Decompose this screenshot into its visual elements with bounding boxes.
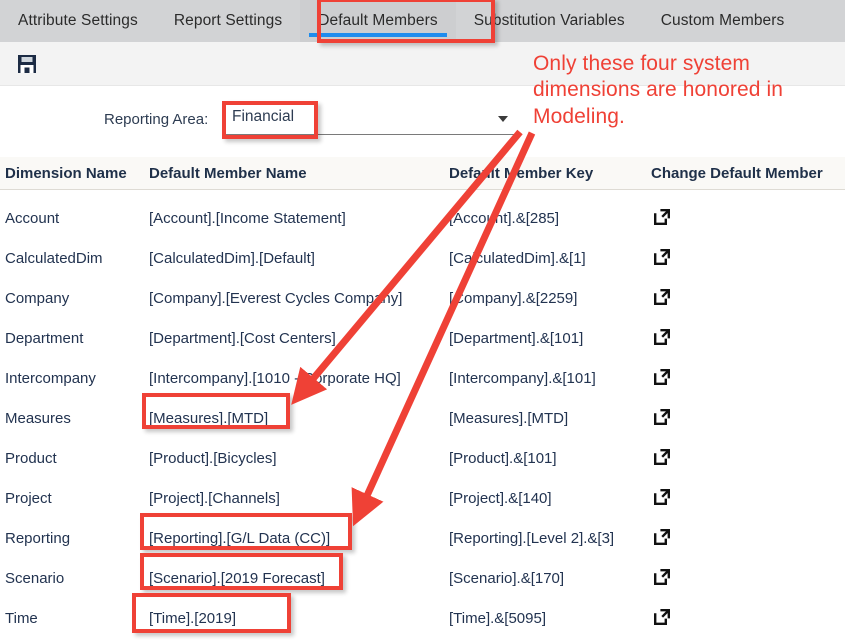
cell-default-member-name: [Department].[Cost Centers] [149,330,336,347]
table-row[interactable]: Reporting [Reporting].[G/L Data (CC)] [Rep… [0,520,845,560]
cell-dimension-name: Measures [5,410,71,427]
cell-dimension-name: Time [5,610,38,627]
external-link-icon[interactable] [653,328,675,350]
chevron-down-icon[interactable] [498,116,508,122]
cell-dimension-name: Reporting [5,530,71,547]
cell-default-member-name: [Project].[Channels] [149,490,280,507]
cell-default-member-key: [Product].&[101] [449,450,557,467]
default-members-page: Attribute Settings Report Settings Defau… [0,0,845,633]
tab-bar: Attribute Settings Report Settings Defau… [0,0,845,42]
cell-default-member-key: [Time].&[5095] [449,610,546,627]
reporting-area-underline [224,134,516,135]
cell-dimension-name: Intercompany [5,370,96,387]
cell-default-member-name: [Company].[Everest Cycles Company] [149,290,403,307]
cell-dimension-name: CalculatedDim [5,250,103,267]
cell-default-member-name: [Time].[2019] [149,610,236,627]
column-header-dimension-name: Dimension Name [5,165,127,182]
tab-default-members[interactable]: Default Members [300,0,456,42]
tab-attribute-settings[interactable]: Attribute Settings [0,0,156,42]
cell-default-member-key: [Measures].[MTD] [449,410,569,427]
reporting-area-label: Reporting Area: [104,111,209,128]
toolbar [0,42,845,86]
cell-default-member-key: [Intercompany].&[101] [449,370,596,387]
external-link-icon[interactable] [653,568,675,590]
tab-label: Default Members [318,12,438,29]
tab-label: Attribute Settings [18,12,138,29]
floppy-disk-save-icon [18,55,36,73]
cell-default-member-key: [Account].&[285] [449,210,560,227]
column-header-default-member-key: Default Member Key [449,165,594,182]
cell-default-member-name: [Reporting].[G/L Data (CC)] [149,530,331,547]
external-link-icon[interactable] [653,528,675,550]
tab-label: Report Settings [173,12,283,29]
cell-default-member-name: [Measures].[MTD] [149,410,269,427]
table-row[interactable]: Project [Project].[Channels] [Project].&[1… [0,480,845,520]
table-row[interactable]: Measures [Measures].[MTD] [Measures].[MTD] [0,400,845,440]
table-row[interactable]: Time [Time].[2019] [Time].&[5095] [0,600,845,640]
column-header-default-member-name: Default Member Name [149,165,307,182]
cell-dimension-name: Scenario [5,570,65,587]
external-link-icon[interactable] [653,208,675,230]
tab-report-settings[interactable]: Report Settings [156,0,300,42]
cell-default-member-key: [Company].&[2259] [449,290,578,307]
tab-custom-members[interactable]: Custom Members [643,0,803,42]
save-button[interactable] [13,51,41,77]
table-row[interactable]: Account [Account].[Income Statement] [Acco… [0,200,845,240]
external-link-icon[interactable] [653,288,675,310]
external-link-icon[interactable] [653,608,675,630]
table-row[interactable]: Department [Department].[Cost Centers] [De… [0,320,845,360]
external-link-icon[interactable] [653,488,675,510]
tab-label: Substitution Variables [473,12,625,29]
cell-default-member-key: [Reporting].[Level 2].&[3] [449,530,615,547]
table-row[interactable]: CalculatedDim [CalculatedDim].[Default] [C… [0,240,845,280]
cell-default-member-name: [Account].[Income Statement] [149,210,346,227]
external-link-icon[interactable] [653,368,675,390]
cell-default-member-key: [CalculatedDim].&[1] [449,250,586,267]
reporting-area-value: Financial [232,108,295,125]
cell-default-member-key: [Project].&[140] [449,490,552,507]
table-row[interactable]: Product [Product].[Bicycles] [Product].&[1… [0,440,845,480]
reporting-area-select[interactable]: Financial [224,105,516,135]
tab-substitution-variables[interactable]: Substitution Variables [456,0,643,42]
cell-default-member-name: [Intercompany].[1010 - Corporate HQ] [149,370,401,387]
active-tab-underline [309,33,447,37]
table-row[interactable]: Intercompany [Intercompany].[1010 - Corpo… [0,360,845,400]
cell-dimension-name: Department [5,330,84,347]
cell-dimension-name: Company [5,290,70,307]
external-link-icon[interactable] [653,408,675,430]
external-link-icon[interactable] [653,248,675,270]
table-row[interactable]: Company [Company].[Everest Cycles Company… [0,280,845,320]
table-row[interactable]: Scenario [Scenario].[2019 Forecast] [Scena… [0,560,845,600]
default-members-table: Dimension Name Default Member Name Defau… [0,157,845,630]
column-header-change-default-member: Change Default Member [651,165,823,182]
cell-default-member-name: [Scenario].[2019 Forecast] [149,570,325,587]
external-link-icon[interactable] [653,448,675,470]
tab-label: Custom Members [660,12,785,29]
cell-default-member-name: [Product].[Bicycles] [149,450,277,467]
cell-default-member-name: [CalculatedDim].[Default] [149,250,315,267]
cell-dimension-name: Project [5,490,52,507]
cell-dimension-name: Account [5,210,60,227]
cell-dimension-name: Product [5,450,57,467]
cell-default-member-key: [Department].&[101] [449,330,584,347]
cell-default-member-key: [Scenario].&[170] [449,570,565,587]
